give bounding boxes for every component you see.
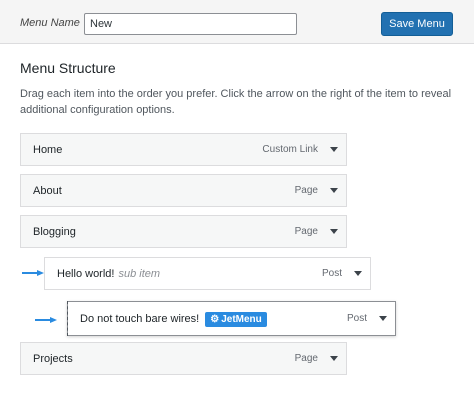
triangle-down-icon[interactable] [330,147,338,152]
save-menu-button[interactable]: Save Menu [381,12,453,36]
arrow-right-icon [22,270,44,276]
menu-item-type: Page [294,185,318,196]
menu-item-type: Page [294,353,318,364]
triangle-down-icon[interactable] [330,229,338,234]
triangle-down-icon[interactable] [330,356,338,361]
jetmenu-badge[interactable]: ⚙ JetMenu [205,312,267,327]
triangle-down-icon[interactable] [330,188,338,193]
triangle-down-icon[interactable] [379,316,387,321]
gear-icon: ⚙ [210,314,220,325]
menu-item-title: Do not touch bare wires! ⚙ JetMenu [80,312,267,327]
menu-structure-instructions: Drag each item into the order you prefer… [20,88,452,116]
triangle-down-icon[interactable] [354,271,362,276]
sub-item-label: sub item [118,268,161,280]
menu-header-bar: Menu Name Save Menu [0,0,474,44]
menu-item-title: Blogging [33,226,76,238]
menu-item-title-text: Do not touch bare wires! [80,313,200,325]
menu-name-label: Menu Name [20,17,80,29]
menu-item-title: About [33,185,62,197]
menu-item-about[interactable]: About Page [20,174,347,207]
menu-item-type: Custom Link [262,144,318,155]
menu-item-blogging[interactable]: Blogging Page [20,215,347,248]
menu-item-type: Post [346,313,367,324]
menu-name-input[interactable] [84,13,297,35]
drag-placeholder-edge [67,301,68,336]
jetmenu-badge-label: JetMenu [221,314,262,325]
menu-item-do-not-touch[interactable]: Do not touch bare wires! ⚙ JetMenu Post [67,301,396,336]
menu-item-title: Hello world! sub item [57,268,160,280]
menu-item-title: Home [33,144,63,156]
menu-structure-title: Menu Structure [20,60,116,76]
menu-item-type: Page [294,226,318,237]
menu-item-hello-world[interactable]: Hello world! sub item Post [44,257,371,290]
arrow-right-icon [35,317,57,323]
menu-item-title: Projects [33,353,73,365]
menu-item-home[interactable]: Home Custom Link [20,133,347,166]
menu-item-projects[interactable]: Projects Page [20,342,347,375]
menu-item-type: Post [321,268,342,279]
menu-item-title-text: Hello world! [57,268,115,280]
